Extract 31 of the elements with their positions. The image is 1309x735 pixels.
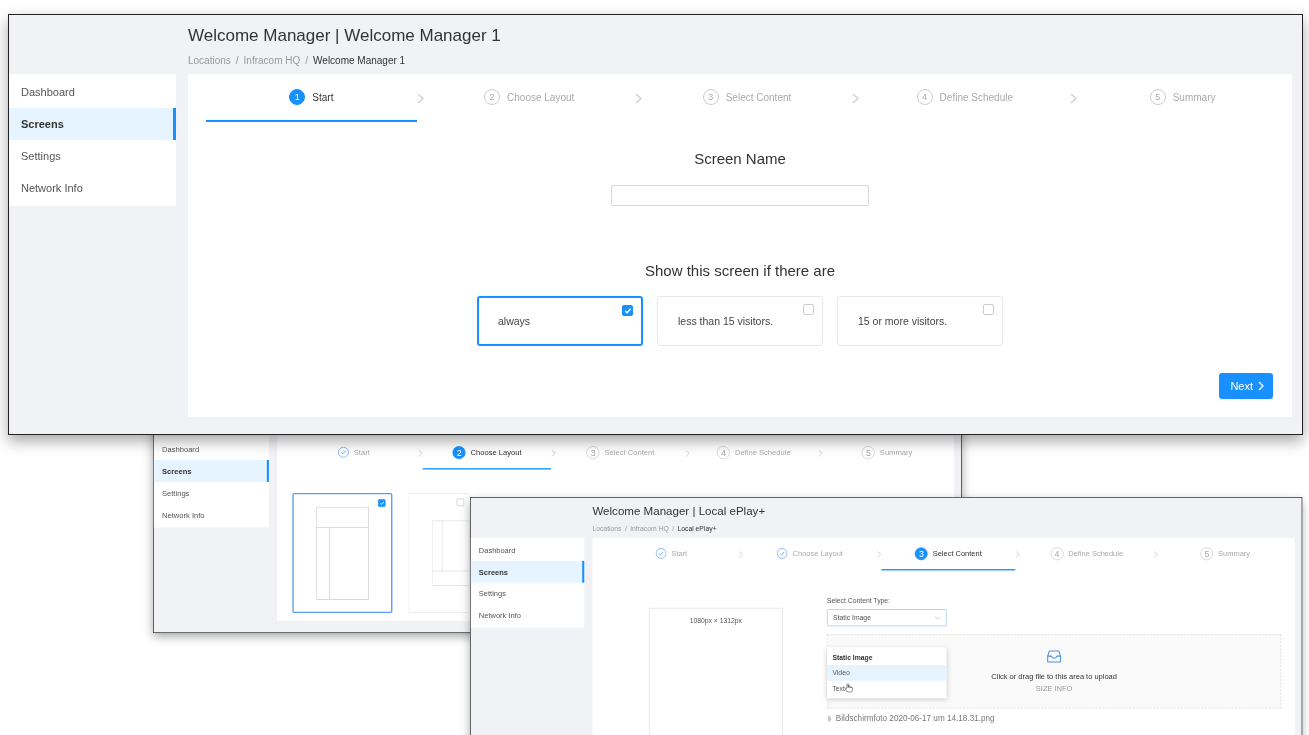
checkbox[interactable] [622,305,633,316]
checkbox[interactable] [983,304,994,315]
field-label: Screen Name [694,150,786,167]
sidebar-item[interactable]: Settings [9,140,176,172]
condition-option[interactable]: always [477,296,643,346]
chevron-right-icon [1258,381,1264,391]
section-heading: Show this screen if there are [644,262,836,279]
checkbox[interactable] [377,499,386,507]
chevron-right-icon [1070,92,1078,104]
step-number: 2 [452,445,466,459]
screen-name-input[interactable] [611,185,869,206]
chevron-right-icon [852,92,860,104]
breadcrumb-link[interactable]: Welcome Manager 1 [313,55,406,66]
breadcrumb-separator: / [305,55,309,66]
condition-option[interactable]: 15 or more visitors. [837,296,1003,346]
step-number: 3 [915,547,928,560]
sidebar-item[interactable]: Network Info [9,172,176,204]
condition-option[interactable]: less than 15 visitors. [657,296,823,346]
checkbox[interactable] [456,498,465,507]
sidebar-item[interactable]: Screens [9,108,176,140]
page-title: Welcome Manager | Local ePlay+ [592,505,767,519]
checkbox[interactable] [803,304,814,315]
chevron-right-icon [416,92,424,104]
page-title: Welcome Manager | Welcome Manager 1 [188,26,502,46]
breadcrumb-separator: / [235,55,239,66]
chevron-right-icon [634,92,642,104]
step-tab[interactable]: 1 Start [206,74,417,122]
layout-card[interactable] [292,493,393,614]
file-name[interactable]: Bildschirmfoto 2020-06-17 um 14.18.31.png [835,713,995,724]
step-number: 1 [289,89,306,105]
sidebar-item[interactable]: Dashboard [9,76,176,108]
